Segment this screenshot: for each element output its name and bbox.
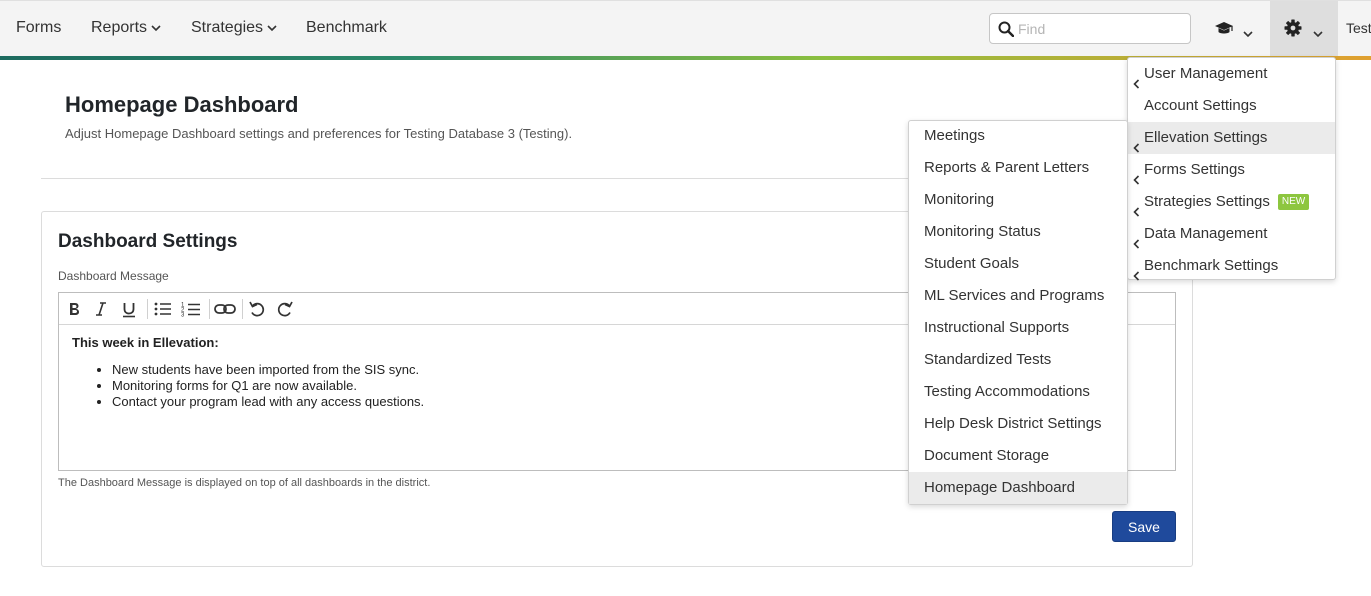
ellevation-settings-submenu: Meetings Reports & Parent Letters Monito…: [908, 120, 1128, 505]
page-subtitle: Adjust Homepage Dashboard settings and p…: [65, 126, 573, 141]
toolbar-separator: [242, 299, 243, 319]
settings-item-label: Strategies Settings: [1144, 193, 1270, 210]
submenu-item-instructional-supports[interactable]: Instructional Supports: [909, 312, 1127, 344]
settings-item-benchmark-settings[interactable]: Benchmark Settings: [1128, 250, 1335, 282]
new-badge: NEW: [1277, 194, 1310, 211]
nav-strategies-label: Strategies: [191, 19, 264, 37]
settings-item-label: Account Settings: [1144, 97, 1257, 114]
submenu-item-document-storage[interactable]: Document Storage: [909, 440, 1127, 472]
svg-text:3: 3: [181, 312, 185, 318]
toolbar-separator: [209, 299, 210, 319]
settings-item-label: Benchmark Settings: [1144, 257, 1279, 274]
settings-item-user-management[interactable]: User Management: [1128, 58, 1335, 90]
nav-benchmark-label: Benchmark: [306, 19, 387, 36]
education-menu-button[interactable]: [1204, 1, 1264, 57]
chevron-left-icon: [1133, 261, 1140, 293]
settings-item-label: User Management: [1144, 65, 1268, 82]
submenu-item-ml-services[interactable]: ML Services and Programs: [909, 280, 1127, 312]
nav-benchmark[interactable]: Benchmark: [306, 1, 387, 57]
settings-dropdown: User Management Account Settings Ellevat…: [1127, 57, 1336, 282]
nav-reports[interactable]: Reports: [91, 1, 161, 57]
bulleted-list-icon[interactable]: [152, 298, 174, 320]
submenu-item-reports-parent-letters[interactable]: Reports & Parent Letters: [909, 152, 1127, 184]
settings-item-label: Data Management: [1144, 225, 1268, 242]
settings-item-strategies-settings[interactable]: Strategies Settings NEW: [1128, 186, 1335, 218]
redo-icon[interactable]: [274, 298, 296, 320]
chevron-down-icon: [151, 1, 161, 55]
submenu-item-standardized-tests[interactable]: Standardized Tests: [909, 344, 1127, 376]
nav-forms-label: Forms: [16, 19, 62, 36]
list-item: New students have been imported from the…: [112, 362, 424, 378]
nav-strategies[interactable]: Strategies: [191, 1, 277, 57]
toolbar-separator: [147, 299, 148, 319]
settings-item-account-settings[interactable]: Account Settings: [1128, 90, 1335, 122]
underline-icon[interactable]: [118, 298, 140, 320]
chevron-down-icon: [1243, 25, 1253, 43]
submenu-item-monitoring[interactable]: Monitoring: [909, 184, 1127, 216]
settings-item-ellevation-settings[interactable]: Ellevation Settings: [1128, 122, 1335, 154]
page-title: Homepage Dashboard: [65, 92, 299, 117]
settings-item-data-management[interactable]: Data Management: [1128, 218, 1335, 250]
user-menu-label[interactable]: Test: [1346, 1, 1371, 57]
search-input[interactable]: [1018, 19, 1183, 39]
link-icon[interactable]: [214, 298, 236, 320]
card-title: Dashboard Settings: [58, 231, 238, 252]
chevron-down-icon: [1313, 25, 1323, 43]
list-item: Monitoring forms for Q1 are now availabl…: [112, 378, 424, 394]
save-button[interactable]: Save: [1112, 511, 1176, 542]
settings-item-label: Forms Settings: [1144, 161, 1245, 178]
chevron-down-icon: [267, 1, 277, 55]
submenu-item-student-goals[interactable]: Student Goals: [909, 248, 1127, 280]
nav-forms[interactable]: Forms: [16, 1, 61, 57]
settings-menu-button[interactable]: [1270, 1, 1338, 57]
list-item: Contact your program lead with any acces…: [112, 394, 424, 410]
editor-heading: This week in Ellevation:: [72, 335, 219, 350]
graduation-cap-icon: [1214, 21, 1234, 41]
dashboard-message-help: The Dashboard Message is displayed on to…: [58, 477, 431, 489]
gear-icon: [1284, 19, 1302, 42]
settings-item-forms-settings[interactable]: Forms Settings: [1128, 154, 1335, 186]
dashboard-message-label: Dashboard Message: [58, 269, 169, 283]
submenu-item-homepage-dashboard[interactable]: Homepage Dashboard: [909, 472, 1127, 504]
search-box[interactable]: [989, 13, 1191, 44]
bold-icon[interactable]: [63, 298, 85, 320]
italic-icon[interactable]: [90, 298, 112, 320]
nav-reports-label: Reports: [91, 19, 148, 37]
numbered-list-icon[interactable]: 123: [180, 298, 202, 320]
submenu-item-meetings[interactable]: Meetings: [909, 120, 1127, 152]
submenu-item-monitoring-status[interactable]: Monitoring Status: [909, 216, 1127, 248]
editor-bullet-list: New students have been imported from the…: [72, 362, 424, 410]
editor-content[interactable]: This week in Ellevation: New students ha…: [72, 335, 424, 410]
settings-item-label: Ellevation Settings: [1144, 129, 1268, 146]
undo-icon[interactable]: [246, 298, 268, 320]
submenu-item-testing-accommodations[interactable]: Testing Accommodations: [909, 376, 1127, 408]
top-navbar: Forms Reports Strategies Benchmark Test: [0, 0, 1371, 57]
submenu-item-help-desk[interactable]: Help Desk District Settings: [909, 408, 1127, 440]
